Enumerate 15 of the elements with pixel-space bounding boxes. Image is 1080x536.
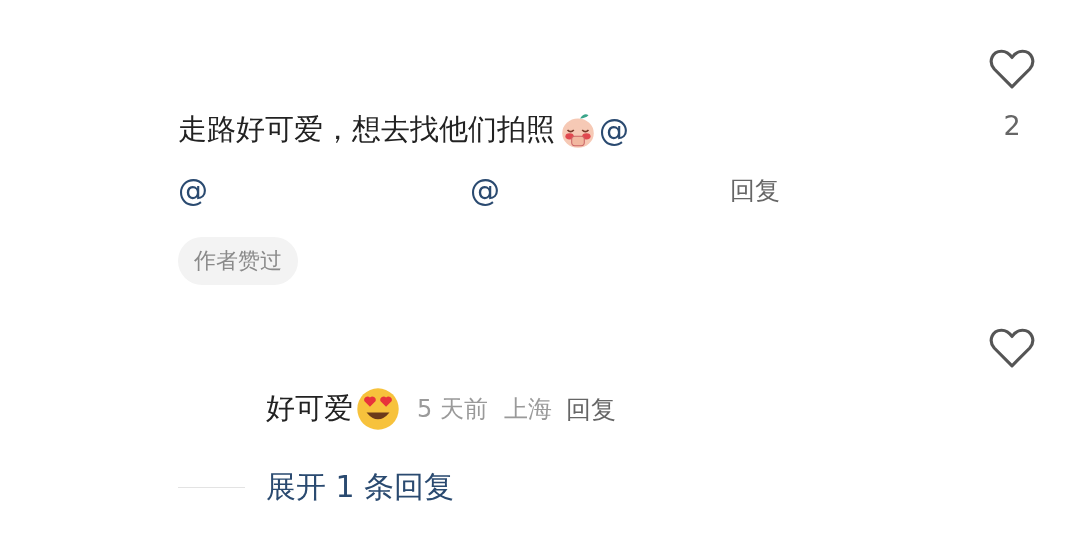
heart-eyes-face-icon: [355, 386, 401, 432]
reply-text: 好可爱: [266, 390, 353, 427]
mention-link[interactable]: @: [178, 172, 208, 208]
reply-time: 5 天前: [417, 394, 488, 425]
comment-text: 走路好可爱，想去找他们拍照: [178, 111, 555, 148]
author-liked-tag: 作者赞过: [178, 237, 298, 285]
reply-link[interactable]: 回复: [565, 392, 616, 426]
mention-link[interactable]: @: [470, 172, 500, 208]
reply-link[interactable]: 回复: [730, 173, 780, 207]
heart-icon[interactable]: [989, 48, 1035, 90]
expand-replies-link[interactable]: 展开 1 条回复: [266, 466, 455, 508]
heart-icon[interactable]: [989, 327, 1035, 369]
mention-link[interactable]: @: [599, 112, 629, 148]
like-count: 2: [1003, 109, 1021, 143]
reply-location: 上海: [503, 394, 552, 425]
